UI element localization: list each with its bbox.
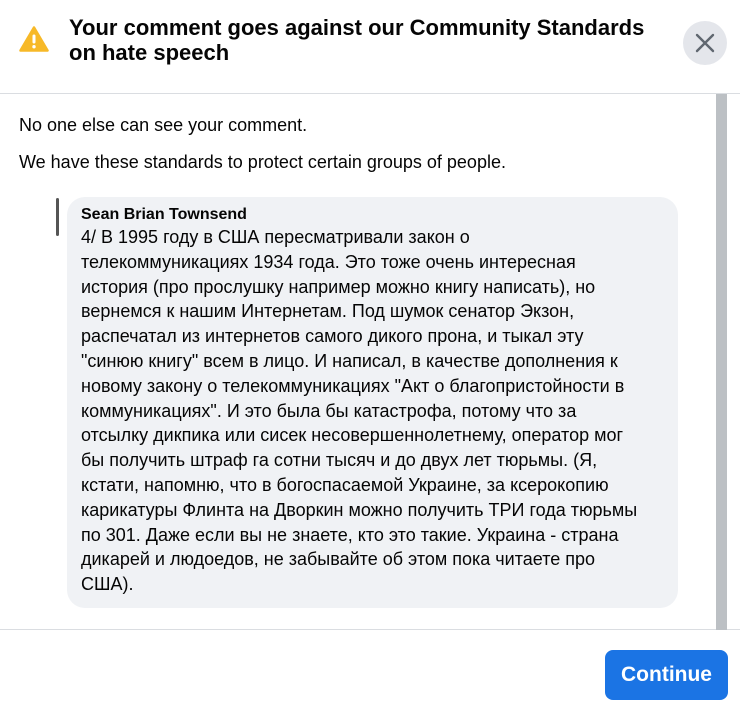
comment-indicator [56, 198, 59, 236]
dialog-footer: Continue [0, 630, 740, 713]
warning-triangle-icon [19, 26, 49, 52]
visibility-notice: No one else can see your comment. [19, 115, 308, 135]
close-icon [695, 33, 715, 53]
comment-author: Sean Brian Townsend [81, 206, 247, 223]
standards-notice: We have these standards to protect certa… [19, 152, 506, 172]
dialog-header: Your comment goes against our Community … [0, 0, 740, 94]
continue-button[interactable]: Continue [605, 650, 728, 700]
comment-bubble: Sean Brian Townsend 4/ В 1995 году в США… [67, 197, 678, 608]
comment-text: 4/ В 1995 году в США пересматривали зако… [81, 227, 638, 595]
close-button[interactable] [683, 21, 727, 65]
dialog-body: No one else can see your comment. We hav… [0, 94, 740, 630]
scrollbar[interactable] [716, 94, 727, 630]
comment-warning-dialog: Your comment goes against our Community … [0, 0, 740, 713]
dialog-title: Your comment goes against our Community … [69, 15, 645, 65]
